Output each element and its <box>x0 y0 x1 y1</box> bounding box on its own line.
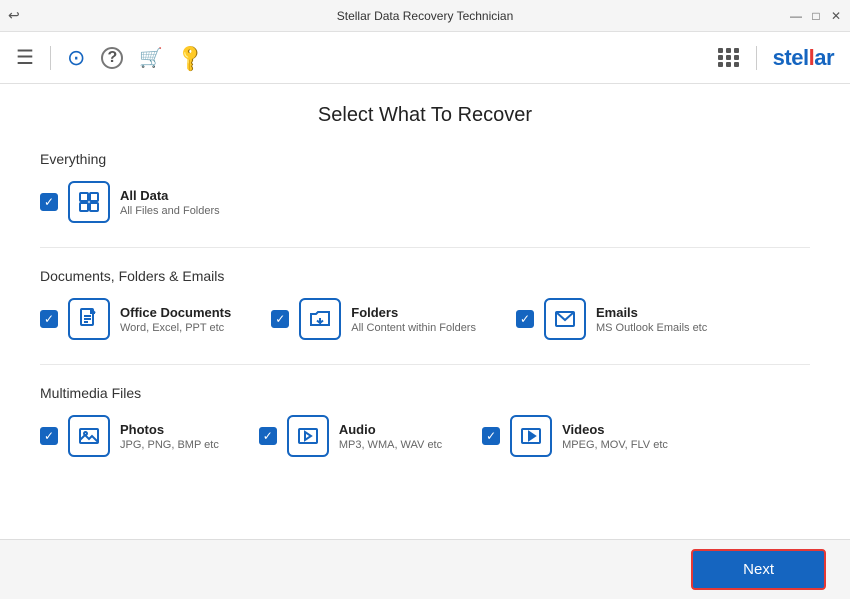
all-data-checkbox[interactable]: ✓ <box>40 193 58 211</box>
multimedia-options: ✓ Photos JPG, PNG, BMP etc ✓ <box>40 415 810 457</box>
emails-sublabel: MS Outlook Emails etc <box>596 322 707 334</box>
section-documents: Documents, Folders & Emails ✓ <box>40 268 810 340</box>
minimize-button[interactable]: — <box>790 10 802 22</box>
section-everything-title: Everything <box>40 151 810 167</box>
title-bar-center: Stellar Data Recovery Technician <box>337 9 514 23</box>
section-everything: Everything ✓ All Data All Files and Fol <box>40 151 810 223</box>
everything-options: ✓ All Data All Files and Folders <box>40 181 810 223</box>
emails-icon <box>544 298 586 340</box>
logo-separator <box>756 46 757 70</box>
photos-text: Photos JPG, PNG, BMP etc <box>120 422 219 451</box>
audio-text: Audio MP3, WMA, WAV etc <box>339 422 442 451</box>
history-icon[interactable]: ⊙ <box>67 45 85 71</box>
emails-label: Emails <box>596 305 707 320</box>
office-docs-checkbox[interactable]: ✓ <box>40 310 58 328</box>
next-button[interactable]: Next <box>691 549 826 590</box>
option-folders: ✓ Folders All Content within Folders <box>271 298 476 340</box>
main-content: Select What To Recover Everything ✓ Al <box>0 84 850 539</box>
checkmark-icon-6: ✓ <box>263 430 273 442</box>
title-bar: ↩ Stellar Data Recovery Technician — □ ✕ <box>0 0 850 32</box>
all-data-sublabel: All Files and Folders <box>120 205 220 217</box>
toolbar: ☰ ⊙ ? 🛒 🔑 stellar <box>0 32 850 84</box>
office-docs-icon <box>68 298 110 340</box>
checkmark-icon-4: ✓ <box>520 313 530 325</box>
audio-label: Audio <box>339 422 442 437</box>
toolbar-separator-1 <box>50 46 51 70</box>
page-title: Select What To Recover <box>40 104 810 127</box>
section-multimedia: Multimedia Files ✓ Photos JPG, PNG, BMP … <box>40 385 810 457</box>
folders-label: Folders <box>351 305 476 320</box>
videos-sublabel: MPEG, MOV, FLV etc <box>562 439 668 451</box>
office-docs-text: Office Documents Word, Excel, PPT etc <box>120 305 231 334</box>
checkmark-icon-3: ✓ <box>275 313 285 325</box>
back-icon[interactable]: ↩ <box>8 7 20 24</box>
option-audio: ✓ Audio MP3, WMA, WAV etc <box>259 415 442 457</box>
menu-icon[interactable]: ☰ <box>16 45 34 70</box>
office-docs-label: Office Documents <box>120 305 231 320</box>
option-all-data: ✓ All Data All Files and Folders <box>40 181 220 223</box>
folders-checkbox[interactable]: ✓ <box>271 310 289 328</box>
section-multimedia-title: Multimedia Files <box>40 385 810 401</box>
cart-icon[interactable]: 🛒 <box>139 46 163 70</box>
photos-sublabel: JPG, PNG, BMP etc <box>120 439 219 451</box>
all-data-text: All Data All Files and Folders <box>120 188 220 217</box>
documents-options: ✓ Office Documents Word, Excel, PPT etc <box>40 298 810 340</box>
toolbar-left: ☰ ⊙ ? 🛒 🔑 <box>16 45 203 71</box>
option-office-docs: ✓ Office Documents Word, Excel, PPT etc <box>40 298 231 340</box>
checkmark-icon-7: ✓ <box>486 430 496 442</box>
audio-icon <box>287 415 329 457</box>
key-icon[interactable]: 🔑 <box>174 41 208 75</box>
title-bar-left: ↩ <box>8 7 20 24</box>
folders-sublabel: All Content within Folders <box>351 322 476 334</box>
audio-checkbox[interactable]: ✓ <box>259 427 277 445</box>
folders-text: Folders All Content within Folders <box>351 305 476 334</box>
all-data-icon <box>68 181 110 223</box>
photos-checkbox[interactable]: ✓ <box>40 427 58 445</box>
all-data-label: All Data <box>120 188 220 203</box>
checkmark-icon-5: ✓ <box>44 430 54 442</box>
app-title: Stellar Data Recovery Technician <box>337 9 514 23</box>
checkmark-icon-2: ✓ <box>44 313 54 325</box>
stellar-logo: stellar <box>773 45 834 71</box>
section-documents-title: Documents, Folders & Emails <box>40 268 810 284</box>
divider-2 <box>40 364 810 365</box>
close-button[interactable]: ✕ <box>830 10 842 22</box>
apps-grid-icon[interactable] <box>718 48 740 67</box>
option-videos: ✓ Videos MPEG, MOV, FLV etc <box>482 415 668 457</box>
divider-1 <box>40 247 810 248</box>
photos-icon <box>68 415 110 457</box>
maximize-button[interactable]: □ <box>810 10 822 22</box>
bottom-bar: Next <box>0 539 850 599</box>
videos-checkbox[interactable]: ✓ <box>482 427 500 445</box>
office-docs-sublabel: Word, Excel, PPT etc <box>120 322 231 334</box>
audio-sublabel: MP3, WMA, WAV etc <box>339 439 442 451</box>
emails-checkbox[interactable]: ✓ <box>516 310 534 328</box>
logo-text: stellar <box>773 45 834 71</box>
folders-icon <box>299 298 341 340</box>
videos-icon <box>510 415 552 457</box>
option-emails: ✓ Emails MS Outlook Emails etc <box>516 298 707 340</box>
photos-label: Photos <box>120 422 219 437</box>
videos-label: Videos <box>562 422 668 437</box>
videos-text: Videos MPEG, MOV, FLV etc <box>562 422 668 451</box>
option-photos: ✓ Photos JPG, PNG, BMP etc <box>40 415 219 457</box>
emails-text: Emails MS Outlook Emails etc <box>596 305 707 334</box>
toolbar-right: stellar <box>718 45 834 71</box>
help-icon[interactable]: ? <box>101 47 123 69</box>
checkmark-icon: ✓ <box>44 196 54 208</box>
title-bar-controls: — □ ✕ <box>790 10 842 22</box>
